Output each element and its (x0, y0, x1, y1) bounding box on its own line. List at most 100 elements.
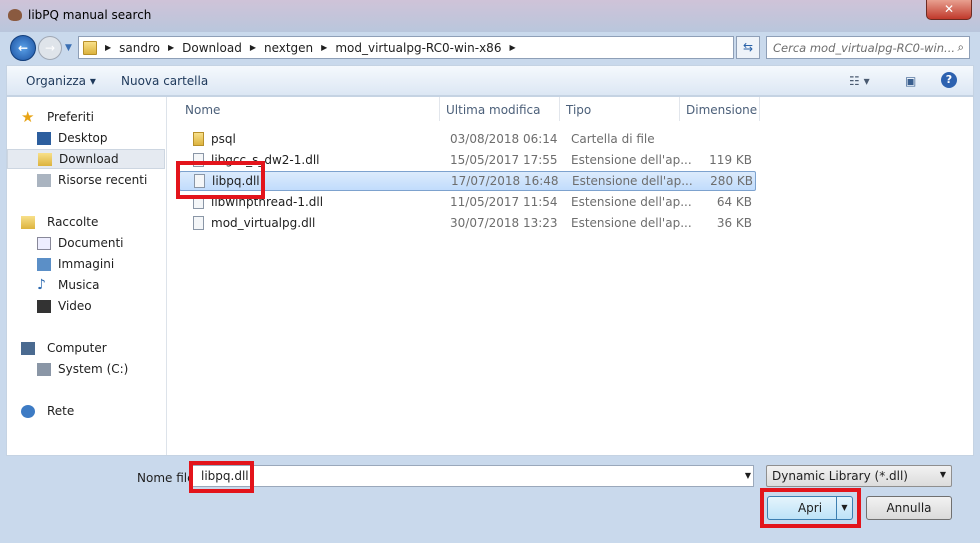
sidebar-item-musica[interactable]: ♪ Musica (7, 275, 165, 295)
sidebar-item-system-c[interactable]: System (C:) (7, 359, 165, 379)
sidebar-item-computer[interactable]: Computer (7, 338, 165, 358)
sidebar-item-label: Preferiti (47, 110, 94, 124)
search-icon: ⌕ (957, 40, 964, 54)
sidebar-item-label: Raccolte (47, 215, 99, 229)
file-name: mod_virtualpg.dll (211, 216, 316, 230)
file-row[interactable]: libwinpthread-1.dll 11/05/2017 11:54 Est… (179, 192, 756, 212)
sidebar-item-desktop[interactable]: Desktop (7, 128, 165, 148)
organize-button[interactable]: Organizza ▾ (26, 74, 96, 88)
app-icon (8, 9, 22, 21)
file-type: Estensione dell'ap... (571, 216, 692, 230)
sidebar-item-video[interactable]: Video (7, 296, 165, 316)
column-header-name[interactable]: Nome (179, 97, 440, 121)
file-modified: 11/05/2017 11:54 (450, 195, 558, 209)
music-icon: ♪ (37, 276, 46, 293)
pictures-icon (37, 257, 51, 271)
breadcrumb-sandro[interactable]: sandro (119, 41, 160, 55)
file-row[interactable]: libpq.dll 17/07/2018 16:48 Estensione de… (179, 171, 756, 191)
libraries-icon (21, 215, 35, 229)
file-row[interactable]: libgcc_s_dw2-1.dll 15/05/2017 17:55 Este… (179, 150, 756, 170)
column-header-type[interactable]: Tipo (560, 97, 680, 121)
file-type: Estensione dell'ap... (571, 153, 692, 167)
sidebar-item-immagini[interactable]: Immagini (7, 254, 165, 274)
documents-icon (37, 236, 51, 250)
file-size: 64 KB (716, 195, 752, 209)
column-header-modified[interactable]: Ultima modifica (440, 97, 560, 121)
file-modified: 03/08/2018 06:14 (450, 132, 558, 146)
title-bar: libPQ manual search ✕ (0, 0, 980, 32)
file-modified: 17/07/2018 16:48 (451, 174, 559, 188)
file-row[interactable]: psql 03/08/2018 06:14 Cartella di file (179, 129, 756, 149)
file-type: Estensione dell'ap... (571, 195, 692, 209)
cancel-button[interactable]: Annulla (866, 496, 952, 520)
sidebar-item-rete[interactable]: Rete (7, 401, 165, 421)
video-icon (37, 299, 51, 313)
file-name: psql (211, 132, 236, 146)
drive-icon (37, 362, 51, 376)
chevron-down-icon: ▼ (939, 470, 946, 479)
navigation-bar: ← → ▼ ▶ sandro ▶ Download ▶ nextgen ▶ mo… (0, 33, 980, 61)
sidebar-item-label: Musica (58, 278, 100, 292)
preview-pane-icon[interactable]: ▣ (905, 74, 916, 88)
toolbar: Organizza ▾ Nuova cartella ☷ ▾ ▣ ? (6, 65, 974, 96)
file-type-value: Dynamic Library (*.dll) (772, 469, 908, 483)
folder-icon (193, 132, 204, 146)
file-modified: 15/05/2017 17:55 (450, 153, 558, 167)
sidebar-item-raccolte[interactable]: Raccolte (7, 212, 165, 232)
desktop-icon (37, 131, 51, 145)
help-icon[interactable]: ? (941, 72, 957, 88)
back-button[interactable]: ← (10, 35, 36, 61)
sidebar-item-label: Computer (47, 341, 107, 355)
file-type: Cartella di file (571, 132, 655, 146)
close-button[interactable]: ✕ (926, 0, 972, 20)
chevron-right-icon[interactable]: ▶ (105, 43, 111, 52)
sidebar-item-label: System (C:) (58, 362, 129, 376)
breadcrumb-nextgen[interactable]: nextgen (264, 41, 313, 55)
chevron-right-icon[interactable]: ▶ (250, 43, 256, 52)
recent-icon (37, 173, 51, 187)
sidebar-item-label: Video (58, 299, 92, 313)
highlight-box (176, 161, 265, 199)
network-icon (21, 404, 35, 418)
search-placeholder: Cerca mod_virtualpg-RC0-win... (773, 41, 956, 55)
chevron-right-icon[interactable]: ▶ (321, 43, 327, 52)
filename-input[interactable]: libpq.dll ▼ (192, 465, 754, 487)
dll-file-icon (193, 216, 204, 230)
file-row[interactable]: mod_virtualpg.dll 30/07/2018 13:23 Esten… (179, 213, 756, 233)
chevron-down-icon[interactable]: ▼ (745, 467, 751, 485)
forward-button[interactable]: → (38, 36, 62, 60)
sidebar-item-label: Documenti (58, 236, 124, 250)
sidebar-item-label: Immagini (58, 257, 115, 271)
chevron-right-icon[interactable]: ▶ (509, 43, 515, 52)
sidebar-item-documenti[interactable]: Documenti (7, 233, 165, 253)
view-options-icon[interactable]: ☷ ▾ (849, 74, 870, 88)
column-header-size[interactable]: Dimensione (680, 97, 760, 121)
folder-icon (83, 40, 97, 55)
computer-icon (21, 341, 35, 355)
refresh-button[interactable]: ⇆ (736, 36, 760, 59)
star-icon: ★ (21, 107, 35, 126)
window-title: libPQ manual search (28, 8, 152, 22)
navigation-pane: ★ Preferiti Desktop Download Risorse rece… (7, 97, 167, 455)
sidebar-item-label: Download (59, 152, 119, 166)
search-input[interactable]: Cerca mod_virtualpg-RC0-win... ⌕ (766, 36, 970, 59)
file-size: 280 KB (710, 174, 753, 188)
highlight-box (760, 488, 861, 528)
file-type-select[interactable]: Dynamic Library (*.dll) ▼ (766, 465, 952, 487)
sidebar-item-label: Desktop (58, 131, 108, 145)
file-browser: ★ Preferiti Desktop Download Risorse rece… (6, 96, 974, 456)
sidebar-item-recent[interactable]: Risorse recenti (7, 170, 165, 190)
breadcrumb-current[interactable]: mod_virtualpg-RC0-win-x86 (335, 41, 501, 55)
file-modified: 30/07/2018 13:23 (450, 216, 558, 230)
recent-pages-dropdown[interactable]: ▼ (65, 43, 72, 53)
new-folder-button[interactable]: Nuova cartella (121, 74, 208, 88)
sidebar-item-label: Rete (47, 404, 75, 418)
address-bar[interactable]: ▶ sandro ▶ Download ▶ nextgen ▶ mod_virt… (78, 36, 807, 59)
breadcrumb-download[interactable]: Download (182, 41, 242, 55)
highlight-box (189, 461, 254, 493)
chevron-right-icon[interactable]: ▶ (168, 43, 174, 52)
file-size: 36 KB (716, 216, 752, 230)
column-headers: Nome Ultima modifica Tipo Dimensione (168, 97, 974, 121)
sidebar-item-download[interactable]: Download (7, 149, 165, 169)
sidebar-item-preferiti[interactable]: ★ Preferiti (7, 107, 165, 127)
